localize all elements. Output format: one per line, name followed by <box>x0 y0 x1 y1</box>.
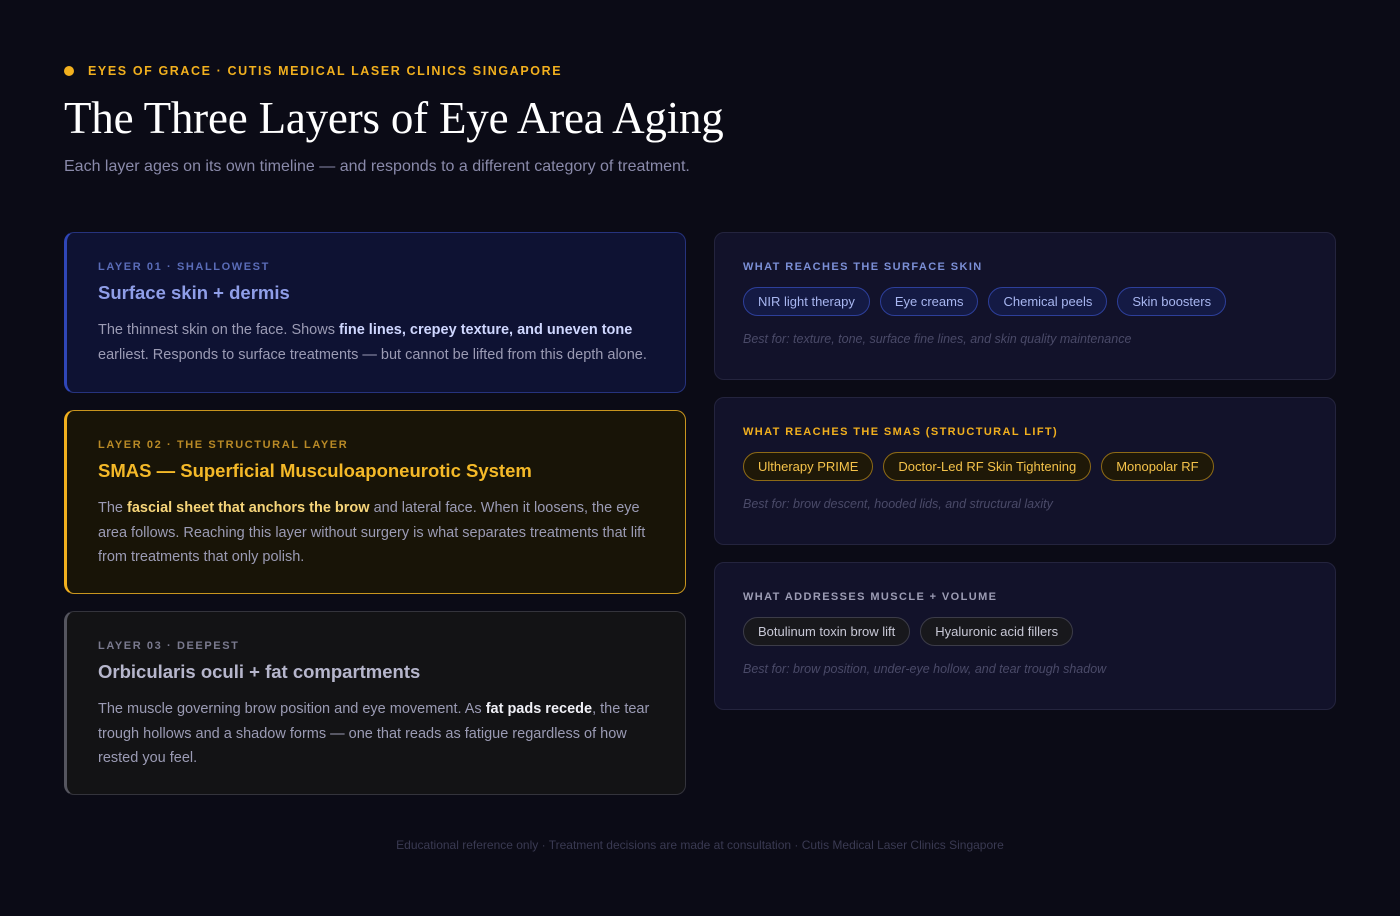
page-subtitle: Each layer ages on its own timeline — an… <box>64 158 690 175</box>
treatment-chip[interactable]: Doctor-Led RF Skin Tightening <box>883 452 1092 481</box>
layer-tag: LAYER 03 · DEEPEST <box>98 640 240 652</box>
best-for-note: Best for: brow descent, hooded lids, and… <box>743 497 1053 511</box>
layer-description: The thinnest skin on the face. Shows fin… <box>98 322 647 363</box>
treatment-chip[interactable]: Chemical peels <box>988 287 1108 316</box>
footer-note: Educational reference only · Treatment d… <box>396 838 1004 852</box>
treatment-chips: Ultherapy PRIME Doctor-Led RF Skin Tight… <box>743 452 1307 481</box>
layer-title: SMAS — Superficial Musculoaponeurotic Sy… <box>98 460 532 481</box>
reach-card-smas: WHAT REACHES THE SMAS (STRUCTURAL LIFT) … <box>714 397 1336 545</box>
treatments-column: WHAT REACHES THE SURFACE SKIN NIR light … <box>714 232 1336 727</box>
layer-card-smas: LAYER 02 · THE STRUCTURAL LAYER SMAS — S… <box>64 410 686 594</box>
treatment-chip[interactable]: NIR light therapy <box>743 287 870 316</box>
bullet-dot-icon <box>64 66 74 76</box>
page: EYES OF GRACE · CUTIS MEDICAL LASER CLIN… <box>0 0 1400 916</box>
layer-title: Surface skin + dermis <box>98 282 290 303</box>
eyebrow-text: EYES OF GRACE · CUTIS MEDICAL LASER CLIN… <box>88 64 563 78</box>
page-title: The Three Layers of Eye Area Aging <box>64 93 724 143</box>
layers-column: LAYER 01 · SHALLOWEST Surface skin + der… <box>64 232 686 812</box>
layer-description: The fascial sheet that anchors the brow … <box>98 500 646 565</box>
layer-tag: LAYER 02 · THE STRUCTURAL LAYER <box>98 439 349 451</box>
layer-description: The muscle governing brow position and e… <box>98 701 650 766</box>
layer-highlight: fascial sheet that anchors the brow <box>127 500 370 516</box>
reach-card-surface: WHAT REACHES THE SURFACE SKIN NIR light … <box>714 232 1336 380</box>
treatment-chip[interactable]: Monopolar RF <box>1101 452 1214 481</box>
treatment-chip[interactable]: Ultherapy PRIME <box>743 452 874 481</box>
treatment-chip[interactable]: Skin boosters <box>1117 287 1227 316</box>
layer-card-surface: LAYER 01 · SHALLOWEST Surface skin + der… <box>64 232 686 393</box>
reach-label: WHAT ADDRESSES MUSCLE + VOLUME <box>743 591 998 603</box>
best-for-note: Best for: texture, tone, surface fine li… <box>743 332 1132 346</box>
treatment-chip[interactable]: Eye creams <box>879 287 979 316</box>
reach-card-muscle: WHAT ADDRESSES MUSCLE + VOLUME Botulinum… <box>714 562 1336 710</box>
treatment-chip[interactable]: Hyaluronic acid fillers <box>920 617 1074 646</box>
treatment-chip[interactable]: Botulinum toxin brow lift <box>743 617 911 646</box>
best-for-note: Best for: brow position, under-eye hollo… <box>743 662 1107 676</box>
reach-label: WHAT REACHES THE SURFACE SKIN <box>743 261 983 273</box>
layer-highlight: fat pads recede <box>485 701 593 717</box>
treatment-chips: NIR light therapy Eye creams Chemical pe… <box>743 287 1307 316</box>
eyebrow: EYES OF GRACE · CUTIS MEDICAL LASER CLIN… <box>64 64 562 78</box>
layer-card-muscle: LAYER 03 · DEEPEST Orbicularis oculi + f… <box>64 611 686 795</box>
treatment-chips: Botulinum toxin brow lift Hyaluronic aci… <box>743 617 1307 646</box>
layer-highlight: fine lines, crepey texture, and uneven t… <box>339 322 633 338</box>
layer-title: Orbicularis oculi + fat compartments <box>98 661 421 682</box>
reach-label: WHAT REACHES THE SMAS (STRUCTURAL LIFT) <box>743 426 1059 438</box>
layer-tag: LAYER 01 · SHALLOWEST <box>98 261 270 273</box>
